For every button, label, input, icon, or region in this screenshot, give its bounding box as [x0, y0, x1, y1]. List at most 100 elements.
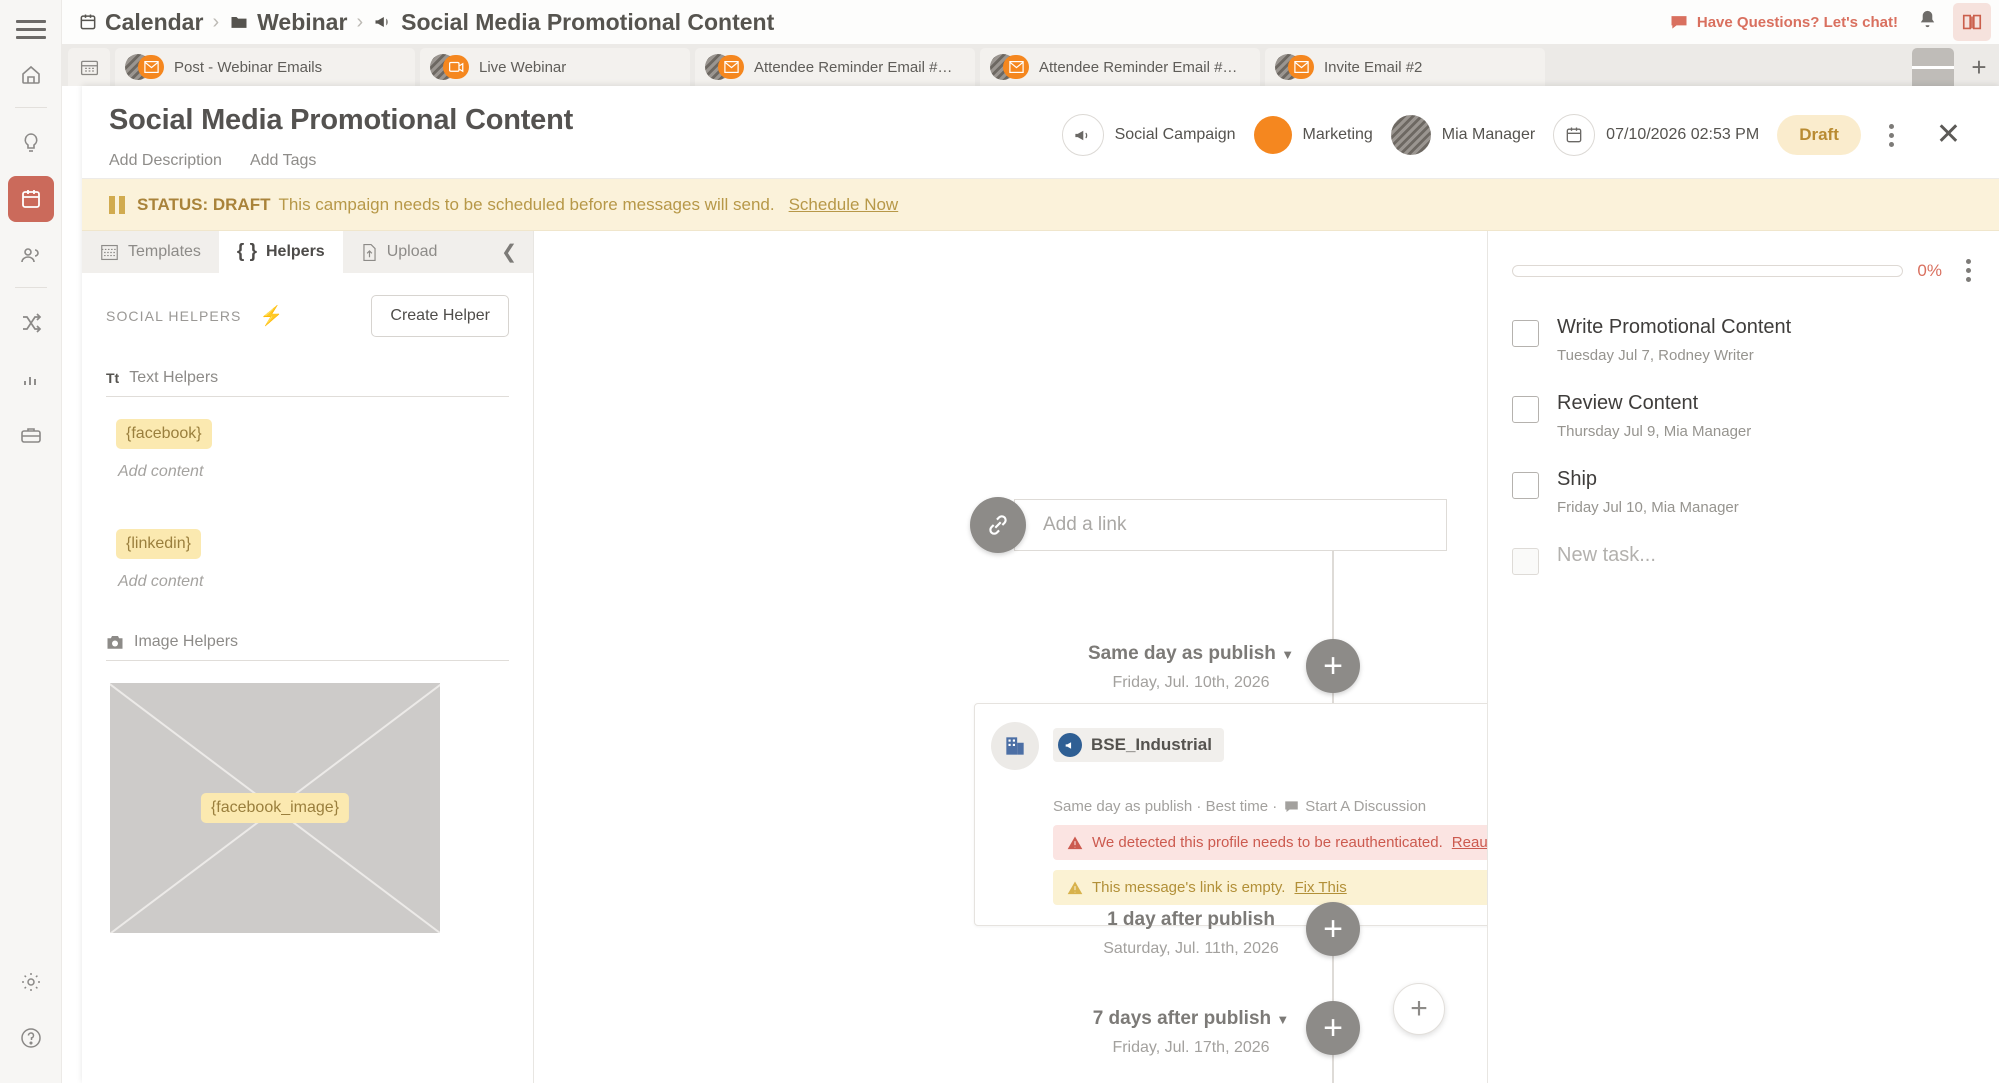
timeline-when-3: 7 days after publish ▼ Friday, Jul. 17th… [1041, 1008, 1341, 1057]
hamburger-icon[interactable] [15, 16, 46, 42]
sidebar-item-help[interactable] [8, 1015, 54, 1061]
tab-post-webinar-emails[interactable]: Post - Webinar Emails [115, 48, 415, 86]
text-helpers-glyph: Tt [106, 370, 120, 386]
breadcrumb-item-campaign[interactable]: Social Media Promotional Content [372, 9, 774, 36]
add-tags-button[interactable]: Add Tags [250, 152, 316, 170]
timeline-when-text: 1 day after publish [1107, 909, 1275, 930]
breadcrumb-item-calendar[interactable]: Calendar [78, 9, 203, 36]
create-helper-button[interactable]: Create Helper [371, 295, 509, 337]
tab-helpers-label: Helpers [266, 243, 325, 260]
task-item: Write Promotional Content Tuesday Jul 7,… [1512, 316, 1981, 364]
timeline-when-text: Same day as publish [1087, 643, 1276, 664]
link-icon[interactable] [970, 497, 1026, 553]
helper-add-content[interactable]: Add content [118, 573, 533, 591]
image-helper-placeholder[interactable]: {facebook_image} [110, 683, 440, 933]
template-icon [101, 244, 118, 260]
start-discussion-button[interactable]: Start A Discussion [1284, 798, 1426, 815]
sidebar-item-analytics[interactable] [8, 356, 54, 402]
task-meta: Friday Jul 10, Mia Manager [1557, 499, 1739, 516]
tab-label: Live Webinar [479, 58, 567, 76]
color-swatch [1253, 116, 1292, 154]
campaign-color-label[interactable]: Marketing [1253, 116, 1373, 154]
helpers-tabstrip-spacer [455, 231, 485, 273]
link-input[interactable]: Add a link [1014, 499, 1447, 551]
schedule-now-link[interactable]: Schedule Now [789, 195, 899, 215]
tab-list-view-button[interactable] [1912, 48, 1954, 86]
task-checkbox[interactable] [1512, 396, 1539, 423]
link-row: Add a link [970, 497, 1447, 553]
sidebar-item-ideas[interactable] [8, 120, 54, 166]
breadcrumb-item-webinar[interactable]: Webinar [228, 9, 347, 36]
message-meta-text: Same day as publish · Best time · [1053, 798, 1278, 815]
bell-icon[interactable] [1916, 8, 1939, 36]
tasks-kebab-menu-icon[interactable] [1956, 253, 1981, 288]
message-card: BSE_Industrial Same day as publish · Bes… [974, 703, 1487, 926]
modal-kebab-menu-icon[interactable] [1879, 118, 1904, 153]
task-checkbox[interactable] [1512, 320, 1539, 347]
campaign-type[interactable]: Social Campaign [1061, 114, 1236, 156]
breadcrumb-label-calendar: Calendar [105, 8, 204, 35]
timeline-when-label[interactable]: 7 days after publish ▼ [1041, 1008, 1341, 1030]
task-meta: Thursday Jul 9, Mia Manager [1557, 423, 1752, 440]
sidebar-item-calendar[interactable] [7, 176, 54, 222]
book-icon[interactable] [1953, 3, 1991, 41]
chevron-left-icon[interactable]: ❮ [485, 231, 533, 273]
timeline-add-message-2[interactable]: + [1306, 902, 1360, 956]
campaign-date[interactable]: 07/10/2026 02:53 PM [1553, 114, 1759, 156]
sidebar-item-team[interactable] [8, 232, 54, 278]
task-item: Review Content Thursday Jul 9, Mia Manag… [1512, 392, 1981, 440]
briefcase-icon [20, 428, 41, 443]
add-message-fab[interactable]: + [1393, 983, 1445, 1035]
tab-avatar [705, 54, 745, 80]
modal-header-meta: Social Campaign Marketing Mia Manager 07… [573, 114, 1999, 156]
sidebar-item-workflows[interactable] [8, 300, 54, 346]
helper-token[interactable]: {facebook} [116, 419, 212, 449]
sidebar-item-home[interactable] [8, 52, 54, 98]
alert-text: We detected this profile needs to be rea… [1092, 834, 1443, 851]
bolt-icon[interactable]: ⚡ [259, 304, 283, 328]
timeline-when-text: 7 days after publish [1092, 1008, 1272, 1029]
reauthenticate-link[interactable]: Reauthenticate this Profile. [1452, 834, 1487, 851]
helper-add-content[interactable]: Add content [118, 463, 533, 481]
chat-bubble-icon [1671, 16, 1687, 29]
tab-templates[interactable]: Templates [82, 231, 219, 273]
sidebar-item-settings[interactable] [8, 959, 54, 1005]
campaign-owner[interactable]: Mia Manager [1390, 115, 1535, 155]
tab-label: Post - Webinar Emails [174, 58, 323, 76]
fix-this-link[interactable]: Fix This [1294, 879, 1346, 896]
new-task-checkbox [1512, 548, 1539, 575]
tab-avatar [125, 54, 165, 80]
tab-helpers[interactable]: { } Helpers [218, 231, 343, 273]
tab-upload[interactable]: Upload [343, 231, 456, 273]
tab-calendar-button[interactable] [68, 48, 110, 86]
timeline-add-message-3[interactable]: + [1306, 1001, 1360, 1055]
alert-text: This message's link is empty. [1092, 879, 1286, 896]
status-badge[interactable]: Draft [1777, 115, 1861, 155]
sidebar-item-assets[interactable] [8, 412, 54, 458]
megaphone-icon [1058, 733, 1082, 757]
chat-link[interactable]: Have Questions? Let's chat! [1669, 12, 1898, 32]
add-description-button[interactable]: Add Description [109, 152, 222, 170]
new-task-input[interactable]: New task... [1557, 544, 1656, 575]
tab-attendee-reminder-email-1[interactable]: Attendee Reminder Email #… [695, 48, 975, 86]
tab-live-webinar[interactable]: Live Webinar [420, 48, 690, 86]
task-checkbox[interactable] [1512, 472, 1539, 499]
tab-bar: Post - Webinar Emails Live Webinar Atten… [62, 44, 1999, 86]
timeline-when-label[interactable]: 1 day after publish [1041, 909, 1341, 931]
timeline-when-label[interactable]: Same day as publish ▼ [1041, 643, 1341, 665]
people-icon [20, 248, 39, 263]
text-helpers-label: Text Helpers [129, 369, 219, 386]
close-icon[interactable]: ✕ [1922, 120, 1975, 150]
breadcrumb-label-webinar: Webinar [257, 8, 348, 35]
video-icon [443, 55, 469, 79]
chevron-down-icon: ▼ [1281, 647, 1295, 662]
profile-chip[interactable]: BSE_Industrial [1053, 728, 1224, 762]
helper-token[interactable]: {linkedin} [116, 529, 201, 559]
timeline-add-message-1[interactable]: + [1306, 639, 1360, 693]
help-icon [20, 1028, 41, 1048]
tab-avatar [1275, 54, 1315, 80]
tab-add-button[interactable]: + [1959, 48, 1999, 86]
tab-attendee-reminder-email-2[interactable]: Attendee Reminder Email #… [980, 48, 1260, 86]
tab-invite-email-2[interactable]: Invite Email #2 [1265, 48, 1545, 86]
campaign-date-value: 07/10/2026 02:53 PM [1606, 126, 1760, 143]
